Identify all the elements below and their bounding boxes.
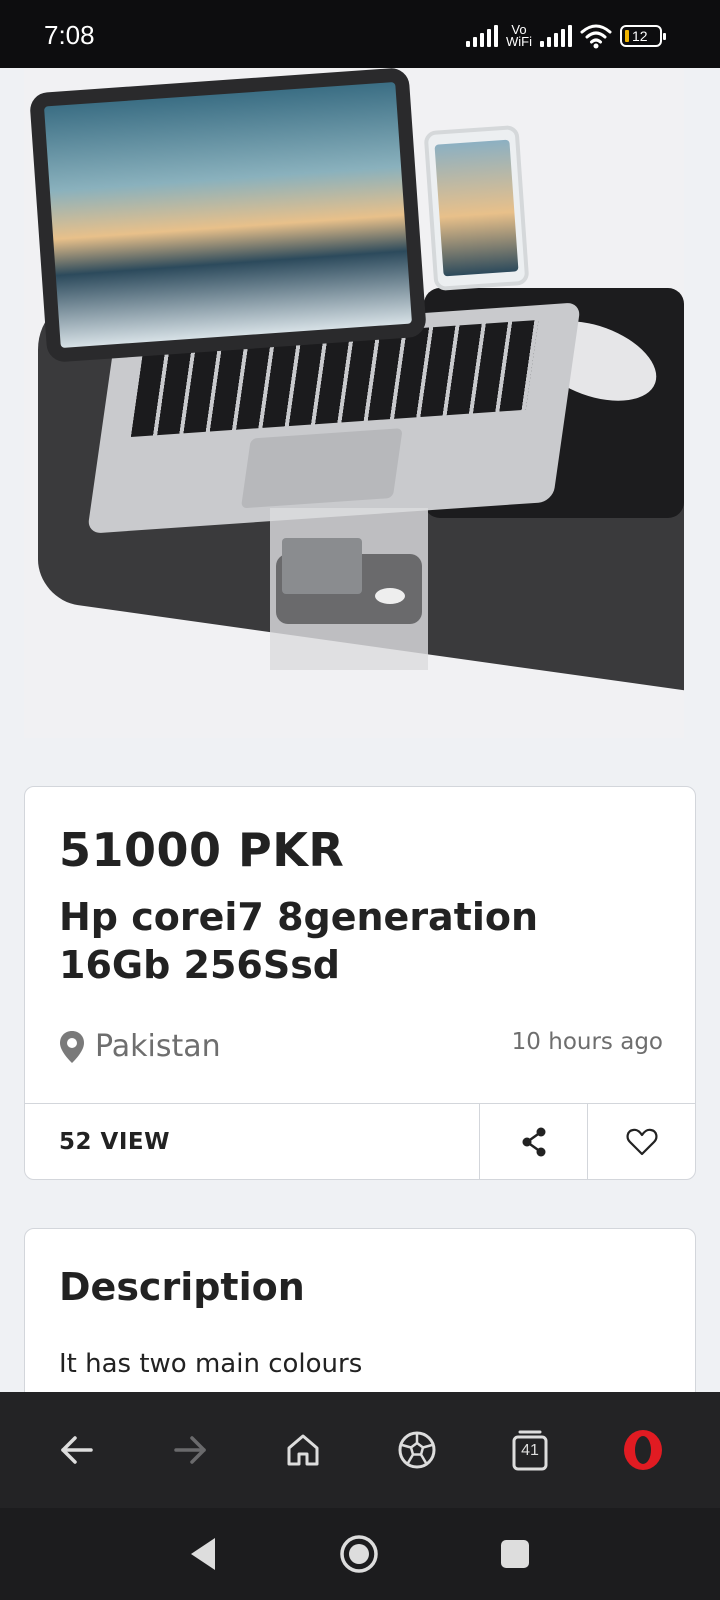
battery-level: 12 [632,28,648,44]
laptop-screen [29,68,427,363]
location-pin-icon [60,1030,84,1063]
phone [423,124,530,292]
home-button[interactable] [273,1420,333,1480]
status-time: 7:08 [44,20,95,50]
laptop-trackpad [240,428,403,509]
status-icons: Vo WiFi 12 [466,22,666,50]
heart-icon [626,1128,657,1155]
arrow-right-icon [174,1436,206,1464]
listing-actions: 52 VIEW [25,1103,695,1179]
share-button[interactable] [479,1104,587,1179]
view-count: 52 VIEW [59,1128,170,1155]
system-navigation [0,1508,720,1600]
laptop-display [43,82,413,348]
browser-toolbar: 41 [0,1392,720,1508]
listing-card: 51000 PKR Hp corei7 8generation 16Gb 256… [24,786,696,1180]
system-home-icon[interactable] [339,1534,379,1574]
tabs-button[interactable]: 41 [500,1420,560,1480]
vowifi-icon: Vo WiFi [506,23,532,49]
thumb-laptop [282,538,362,594]
football-button[interactable] [387,1420,447,1480]
image-thumbnail[interactable] [270,508,428,670]
location-text: Pakistan [95,1029,221,1064]
battery-icon: 12 [620,25,666,47]
product-image[interactable] [24,68,684,738]
phone-display [434,139,519,277]
wifi-icon [580,24,612,49]
listing-location: Pakistan [59,1029,221,1064]
system-back-icon[interactable] [189,1536,219,1572]
listing-price: 51000 PKR [59,823,345,877]
home-icon [287,1434,319,1466]
opera-menu-button[interactable] [613,1420,673,1480]
forward-button[interactable] [160,1420,220,1480]
thumb-mouse [375,588,405,604]
opera-logo-icon [624,1430,663,1470]
system-recents-icon[interactable] [499,1538,531,1570]
vowifi-bottom-label: WiFi [506,34,532,49]
description-heading: Description [59,1265,305,1309]
football-icon [398,1431,436,1469]
listing-title: Hp corei7 8generation 16Gb 256Ssd [59,895,539,987]
share-icon [522,1127,545,1156]
back-button[interactable] [47,1420,107,1480]
posted-time: 10 hours ago [511,1029,663,1055]
description-text: It has two main colours [59,1349,363,1379]
status-bar: 7:08 Vo WiFi 12 [0,0,720,68]
arrow-left-icon [60,1436,93,1464]
favorite-button[interactable] [587,1104,695,1179]
signal-icon [466,25,498,47]
signal-icon-2 [540,25,572,47]
tab-count: 41 [521,1442,539,1459]
